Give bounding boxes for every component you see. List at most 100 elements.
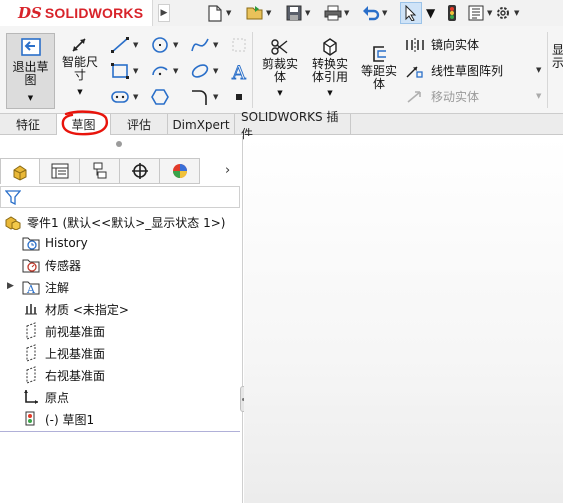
text-tool[interactable]: A bbox=[230, 62, 248, 82]
ds-logo-mark: DS bbox=[18, 4, 42, 22]
tab-property-manager[interactable] bbox=[40, 158, 80, 184]
plane-icon bbox=[22, 366, 40, 384]
convert-entities-label: 转换实体引用 bbox=[311, 57, 348, 84]
tree-item-material[interactable]: 材质 <未指定> bbox=[22, 299, 129, 319]
undo-button[interactable]: ▼ bbox=[362, 2, 387, 24]
tab-features[interactable]: 特征 bbox=[0, 114, 57, 135]
trim-entities-label: 剪裁实体 bbox=[261, 57, 298, 84]
exit-sketch-button[interactable]: 退出草图 ▼ bbox=[6, 33, 55, 109]
exit-sketch-label: 退出草图 bbox=[12, 60, 49, 87]
point-tool[interactable] bbox=[234, 92, 244, 102]
sketch-fillet-tool[interactable]: ▼ bbox=[190, 88, 218, 106]
solidworks-logo[interactable]: DS SOLIDWORKS bbox=[0, 0, 153, 26]
chevron-down-icon[interactable]: ▼ bbox=[213, 67, 218, 75]
exit-sketch-icon bbox=[20, 38, 41, 56]
offset-entities-button[interactable]: 等距实体 bbox=[357, 44, 401, 91]
panel-grip-handle[interactable] bbox=[116, 141, 122, 147]
sensor-icon bbox=[22, 256, 40, 274]
rollback-bar[interactable] bbox=[0, 431, 240, 432]
rectangle-icon bbox=[111, 63, 129, 79]
tab-solidworks-addins[interactable]: SOLIDWORKS 插件 bbox=[235, 110, 351, 141]
tab-display-manager[interactable] bbox=[160, 158, 200, 184]
convert-entities-button[interactable]: 转换实体引用 ▼ bbox=[306, 37, 354, 100]
chevron-down-icon[interactable]: ▼ bbox=[305, 9, 310, 17]
property-manager-icon bbox=[51, 163, 68, 179]
open-button[interactable]: ▼ bbox=[246, 2, 271, 24]
line-tool[interactable]: ▼ bbox=[110, 36, 138, 54]
mirror-entities-button[interactable]: 镜向实体 bbox=[405, 36, 479, 53]
linear-pattern-button[interactable]: 线性草图阵列 bbox=[405, 62, 503, 79]
chevron-down-icon[interactable]: ▼ bbox=[173, 41, 178, 49]
file-properties-button[interactable]: ▼ bbox=[467, 2, 492, 24]
tree-item-origin[interactable]: 原点 bbox=[22, 387, 69, 407]
material-icon bbox=[22, 300, 40, 318]
trim-entities-button[interactable]: 剪裁实体 ▼ bbox=[256, 37, 304, 100]
chevron-down-icon[interactable]: ▼ bbox=[426, 2, 435, 24]
tree-item-annotations[interactable]: A 注解 bbox=[22, 277, 69, 297]
chevron-down-icon: ▼ bbox=[536, 92, 542, 100]
options-button[interactable]: ▼ bbox=[494, 2, 519, 24]
slot-tool[interactable]: ▼ bbox=[110, 88, 138, 106]
chevron-down-icon[interactable]: ▼ bbox=[213, 93, 218, 101]
part-label: 零件1 (默认<<默认>_显示状态 1>) bbox=[27, 215, 226, 230]
filter-icon[interactable] bbox=[5, 190, 21, 205]
filter-bar[interactable] bbox=[0, 186, 240, 208]
tree-item-history[interactable]: History bbox=[22, 233, 88, 253]
save-icon bbox=[285, 4, 303, 22]
tab-sketch[interactable]: 草图 bbox=[57, 114, 111, 135]
tree-item-top-plane[interactable]: 上视基准面 bbox=[22, 343, 105, 363]
ellipse-tool[interactable]: ▼ bbox=[190, 62, 218, 80]
chevron-down-icon[interactable]: ▼ bbox=[382, 9, 387, 17]
tree-item-sensors[interactable]: 传感器 bbox=[22, 255, 81, 275]
chevron-down-icon[interactable]: ▼ bbox=[133, 41, 138, 49]
chevron-down-icon[interactable]: ▼ bbox=[514, 9, 519, 17]
chevron-down-icon[interactable]: ▼ bbox=[213, 41, 218, 49]
construction-geometry-icon bbox=[232, 38, 246, 52]
undo-icon bbox=[362, 4, 380, 22]
chevron-down-icon[interactable]: ▼ bbox=[77, 86, 82, 99]
select-button[interactable] bbox=[400, 2, 422, 24]
chevron-down-icon[interactable]: ▼ bbox=[536, 66, 541, 74]
chevron-down-icon[interactable]: ▼ bbox=[173, 67, 178, 75]
tab-feature-manager[interactable] bbox=[0, 158, 40, 184]
chevron-down-icon[interactable]: ▼ bbox=[344, 9, 349, 17]
polygon-tool[interactable] bbox=[150, 88, 170, 106]
tree-root-part[interactable]: 零件1 (默认<<默认>_显示状态 1>) bbox=[4, 212, 225, 232]
tree-item-front-plane[interactable]: 前视基准面 bbox=[22, 321, 105, 341]
chevron-down-icon[interactable]: ▼ bbox=[133, 93, 138, 101]
origin-icon bbox=[22, 388, 40, 406]
new-document-button[interactable]: ▼ bbox=[206, 2, 231, 24]
rectangle-tool[interactable]: ▼ bbox=[110, 62, 138, 80]
convert-entities-icon bbox=[323, 38, 337, 56]
tree-item-label: 上视基准面 bbox=[45, 346, 106, 361]
menu-expand-button[interactable]: ▶ bbox=[158, 4, 170, 22]
chevron-down-icon[interactable]: ▼ bbox=[487, 9, 492, 17]
feature-manager-panel: › 零件1 (默认<<默认>_显示状态 1>) History 传感器 ▶ A … bbox=[0, 136, 243, 503]
print-button[interactable]: ▼ bbox=[324, 2, 349, 24]
part-icon bbox=[4, 213, 22, 231]
chevron-down-icon[interactable]: ▼ bbox=[277, 87, 282, 100]
tab-dimxpert[interactable]: DimXpert bbox=[168, 114, 235, 135]
graphics-area[interactable] bbox=[244, 136, 563, 503]
rebuild-button[interactable] bbox=[443, 2, 461, 24]
circle-tool[interactable]: ▼ bbox=[150, 36, 178, 54]
display-button[interactable]: 显 示 bbox=[551, 44, 563, 70]
chevron-down-icon[interactable]: ▼ bbox=[133, 67, 138, 75]
move-entities-button: 移动实体 bbox=[405, 88, 479, 105]
chevron-down-icon[interactable]: ▼ bbox=[28, 92, 33, 105]
tab-dimxpert-manager[interactable] bbox=[120, 158, 160, 184]
smart-dimension-button[interactable]: 智能尺寸 ▼ bbox=[58, 35, 102, 99]
save-button[interactable]: ▼ bbox=[285, 2, 310, 24]
chevron-down-icon[interactable]: ▼ bbox=[266, 9, 271, 17]
expand-arrow-icon[interactable]: ▶ bbox=[7, 281, 14, 291]
chevron-right-icon[interactable]: › bbox=[225, 163, 230, 178]
sketch-fillet-icon bbox=[192, 90, 207, 105]
chevron-down-icon[interactable]: ▼ bbox=[327, 87, 332, 100]
chevron-down-icon[interactable]: ▼ bbox=[226, 9, 231, 17]
tab-configuration-manager[interactable] bbox=[80, 158, 120, 184]
arc-tool[interactable]: ▼ bbox=[150, 62, 178, 80]
tree-item-sketch1[interactable]: (-) 草图1 bbox=[22, 409, 94, 429]
spline-tool[interactable]: ▼ bbox=[190, 36, 218, 54]
tree-item-right-plane[interactable]: 右视基准面 bbox=[22, 365, 105, 385]
tab-evaluate[interactable]: 评估 bbox=[111, 114, 168, 135]
